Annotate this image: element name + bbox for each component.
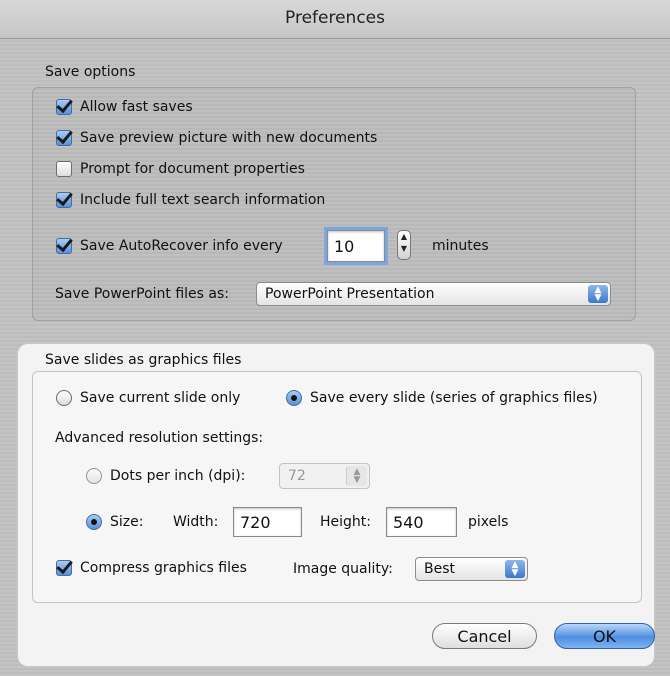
- image-quality-popup[interactable]: Best ▲ ▼: [415, 557, 528, 581]
- current-slide-option[interactable]: Save current slide only: [56, 390, 240, 406]
- minutes-unit-label: minutes: [432, 238, 489, 254]
- autorecover-minutes-input[interactable]: 10: [324, 227, 388, 265]
- height-label: Height:: [320, 514, 371, 530]
- dpi-label: Dots per inch (dpi):: [110, 468, 246, 484]
- pixels-label: pixels: [468, 514, 509, 530]
- current-slide-label: Save current slide only: [80, 390, 241, 406]
- image-quality-label: Image quality:: [293, 561, 393, 577]
- stepper-up-icon[interactable]: ▲: [398, 231, 410, 243]
- save-preview-label: Save preview picture with new documents: [80, 130, 378, 146]
- dpi-option[interactable]: Dots per inch (dpi):: [86, 468, 245, 484]
- autorecover-label: Save AutoRecover info every: [80, 238, 283, 254]
- quality-arrows-icon: ▲ ▼: [505, 560, 525, 578]
- prompt-properties-checkbox[interactable]: [56, 161, 72, 177]
- title-bar[interactable]: Preferences: [0, 0, 670, 39]
- save-preview-row[interactable]: Save preview picture with new documents: [56, 130, 377, 146]
- cancel-button[interactable]: Cancel: [432, 623, 537, 649]
- advanced-resolution-label: Advanced resolution settings:: [55, 430, 264, 446]
- save-as-popup[interactable]: PowerPoint Presentation ▲ ▼: [256, 282, 611, 306]
- full-text-search-row[interactable]: Include full text search information: [56, 192, 325, 208]
- stepper-down-icon[interactable]: ▼: [398, 243, 410, 255]
- compress-label: Compress graphics files: [80, 560, 247, 576]
- dpi-arrows-icon: ▲ ▼: [346, 466, 367, 486]
- popup-arrows-icon: ▲ ▼: [588, 285, 608, 303]
- dpi-radio[interactable]: [86, 468, 102, 484]
- size-radio[interactable]: [86, 514, 102, 530]
- save-preview-checkbox[interactable]: [56, 130, 72, 146]
- allow-fast-saves-row[interactable]: Allow fast saves: [56, 99, 193, 115]
- prompt-properties-row[interactable]: Prompt for document properties: [56, 161, 305, 177]
- image-quality-value: Best: [424, 561, 456, 577]
- height-input[interactable]: 540: [386, 507, 457, 537]
- graphics-group-label: Save slides as graphics files: [45, 352, 242, 368]
- ok-button[interactable]: OK: [554, 623, 655, 649]
- prompt-properties-label: Prompt for document properties: [80, 161, 305, 177]
- save-as-label: Save PowerPoint files as:: [55, 286, 230, 302]
- size-label: Size:: [110, 514, 144, 530]
- full-text-search-checkbox[interactable]: [56, 192, 72, 208]
- every-slide-label: Save every slide (series of graphics fil…: [310, 390, 598, 406]
- preferences-window: Preferences Save options Allow fast save…: [0, 0, 670, 676]
- current-slide-radio[interactable]: [56, 390, 72, 406]
- dpi-value: 72: [288, 468, 306, 484]
- full-text-search-label: Include full text search information: [80, 192, 326, 208]
- compress-row[interactable]: Compress graphics files: [56, 560, 247, 576]
- autorecover-checkbox[interactable]: [56, 238, 72, 254]
- every-slide-radio[interactable]: [286, 390, 302, 406]
- window-title: Preferences: [285, 8, 385, 28]
- save-options-label: Save options: [45, 64, 136, 80]
- size-option[interactable]: Size:: [86, 514, 143, 530]
- every-slide-option[interactable]: Save every slide (series of graphics fil…: [286, 390, 598, 406]
- autorecover-stepper[interactable]: ▲ ▼: [397, 230, 411, 260]
- save-as-value: PowerPoint Presentation: [265, 286, 435, 302]
- allow-fast-saves-checkbox[interactable]: [56, 99, 72, 115]
- dpi-popup: 72 ▲ ▼: [279, 463, 370, 489]
- width-input[interactable]: 720: [233, 507, 302, 537]
- autorecover-row[interactable]: Save AutoRecover info every: [56, 238, 283, 254]
- compress-checkbox[interactable]: [56, 560, 72, 576]
- allow-fast-saves-label: Allow fast saves: [80, 99, 193, 115]
- width-label: Width:: [173, 514, 219, 530]
